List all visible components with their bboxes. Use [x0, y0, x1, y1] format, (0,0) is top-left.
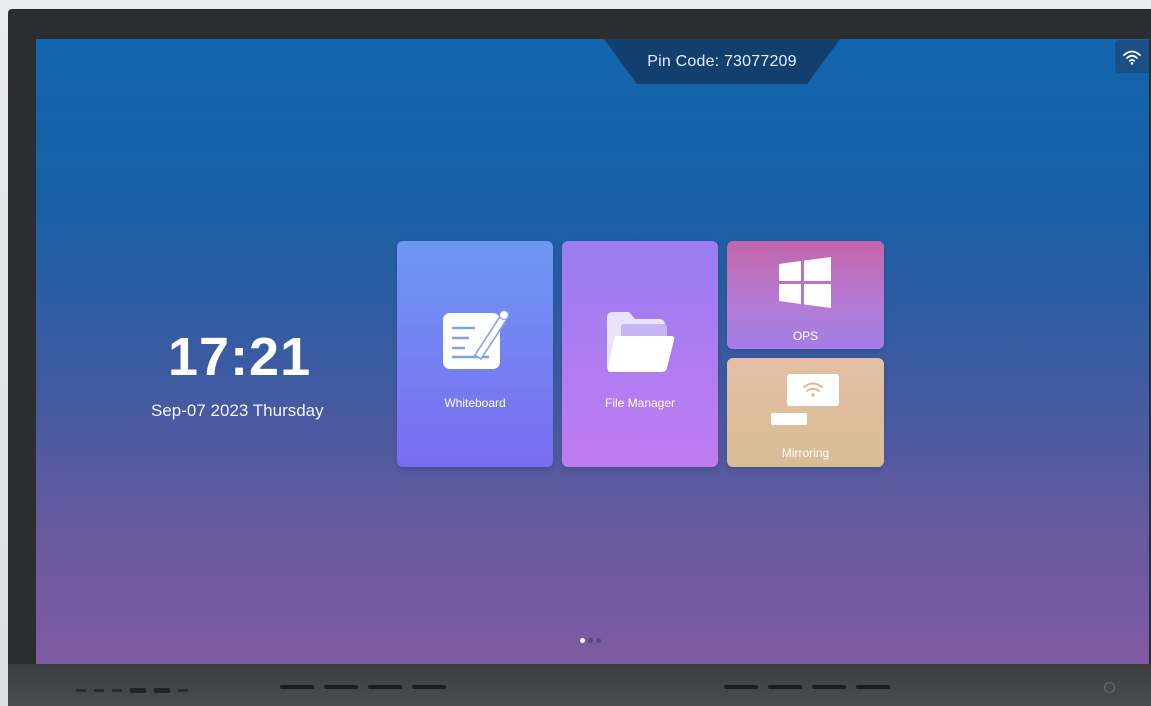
type-c-port [154, 688, 170, 693]
windows-icon [779, 257, 831, 308]
right-hardware-buttons [724, 685, 890, 689]
hardware-button[interactable] [768, 685, 802, 689]
folder-icon [607, 312, 675, 372]
audio-port [178, 689, 188, 692]
hardware-button[interactable] [412, 685, 446, 689]
pin-code-text: Pin Code: 73077209 [647, 52, 797, 70]
hardware-button[interactable] [368, 685, 402, 689]
page-indicator [580, 638, 601, 643]
left-hardware-buttons [280, 685, 446, 689]
whiteboard-icon [443, 309, 509, 369]
usb-port [76, 689, 86, 692]
display-bezel: Pin Code: 73077209 17:21 Sep-07 2023 Thu… [8, 9, 1151, 706]
hardware-button[interactable] [812, 685, 846, 689]
whiteboard-tile[interactable]: Whiteboard [397, 241, 553, 467]
wifi-button[interactable] [1115, 40, 1149, 73]
front-ports [76, 688, 188, 693]
usb-port [94, 689, 104, 692]
wifi-icon [1123, 50, 1141, 65]
hardware-button[interactable] [856, 685, 890, 689]
mirroring-label: Mirroring [781, 446, 830, 460]
bezel-bottom-panel [8, 664, 1151, 706]
clock-time: 17:21 [168, 327, 312, 387]
hdmi-port [130, 688, 146, 693]
home-screen: Pin Code: 73077209 17:21 Sep-07 2023 Thu… [36, 39, 1149, 666]
hardware-button[interactable] [280, 685, 314, 689]
hardware-button[interactable] [724, 685, 758, 689]
usb-port [112, 689, 122, 692]
power-button[interactable] [1104, 682, 1115, 693]
file-manager-label: File Manager [604, 396, 676, 410]
clock-date: Sep-07 2023 Thursday [151, 401, 324, 420]
page-dot-2[interactable] [588, 638, 593, 643]
ops-label: OPS [792, 329, 819, 343]
pin-code-tab: Pin Code: 73077209 [604, 39, 840, 84]
hardware-button[interactable] [324, 685, 358, 689]
screen-mirroring-icon [771, 374, 839, 425]
file-manager-tile[interactable]: File Manager [562, 241, 718, 467]
page-dot-3[interactable] [596, 638, 601, 643]
page-dot-1[interactable] [580, 638, 585, 643]
mirroring-tile[interactable]: Mirroring [727, 358, 884, 467]
ops-tile[interactable]: OPS [727, 241, 884, 349]
whiteboard-label: Whiteboard [444, 396, 506, 410]
